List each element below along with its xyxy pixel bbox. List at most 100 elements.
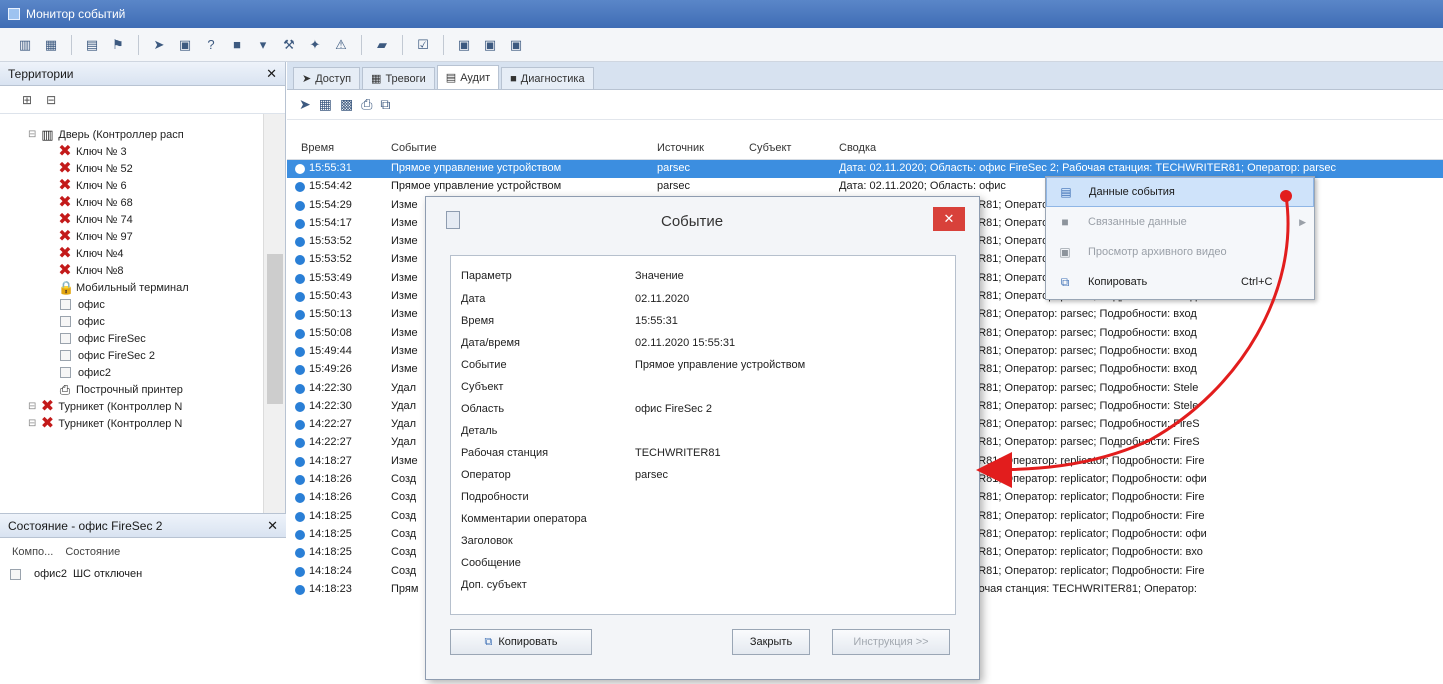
expand-icon[interactable]: ⊟ <box>28 399 36 415</box>
cell-time: 14:18:27 <box>309 454 352 467</box>
property-value: TECHWRITER81 <box>635 447 721 459</box>
tree-item[interactable]: ✖ Ключ № 6 <box>0 177 262 194</box>
context-menu-item[interactable]: ■ Связанные данные ▶ <box>1046 207 1314 237</box>
property-name: Деталь <box>461 425 498 437</box>
app-icon <box>8 8 20 20</box>
context-menu-item[interactable]: ▣ Просмотр архивного видео <box>1046 237 1314 267</box>
tree-item[interactable]: ⊟ ✖ Турникет (Контроллер N <box>0 415 262 432</box>
tool-icon[interactable]: ⚒ <box>278 34 300 56</box>
event-info-icon <box>295 383 305 394</box>
expand-icon[interactable]: ⊟ <box>28 127 36 143</box>
tree-item[interactable]: офис <box>0 313 262 330</box>
param-column-header: Параметр <box>461 270 512 282</box>
tree-item[interactable]: ✖ Ключ № 68 <box>0 194 262 211</box>
col-subject[interactable]: Субъект <box>749 142 791 154</box>
filter-icon[interactable]: ➤ <box>148 34 170 56</box>
expand-all-icon[interactable]: ⊞ <box>22 93 32 107</box>
tab-0[interactable]: ➤ Доступ <box>293 67 361 89</box>
checklist-icon[interactable]: ☑ <box>412 34 434 56</box>
flag-icon[interactable]: ⚑ <box>107 34 129 56</box>
event-info-icon <box>295 273 305 284</box>
tool2-icon[interactable]: ✦ <box>304 34 326 56</box>
tree-item[interactable]: офис <box>0 296 262 313</box>
col-source[interactable]: Источник <box>657 142 704 154</box>
cell-time: 15:53:52 <box>309 253 352 266</box>
expand-icon[interactable]: ⊟ <box>28 416 36 432</box>
event-info-icon <box>295 310 305 321</box>
dropdown-icon[interactable]: ▾ <box>252 34 274 56</box>
state-col-state[interactable]: Состояние <box>65 546 120 568</box>
property-name: Комментарии оператора <box>461 513 587 525</box>
tree-item[interactable]: ⊟ ✖ Турникет (Контроллер N <box>0 398 262 415</box>
tree-item-label: Ключ № 52 <box>76 162 133 175</box>
event-info-icon <box>295 182 305 193</box>
folder-icon[interactable]: ▰ <box>371 34 393 56</box>
tree-item[interactable]: ✖ Ключ №4 <box>0 245 262 262</box>
tree-item[interactable]: 🔒 Мобильный терминал <box>0 279 262 296</box>
collapse-all-icon[interactable]: ⊟ <box>46 93 56 107</box>
stop3-icon[interactable]: ▣ <box>505 34 527 56</box>
tab-bar: ➤ Доступ ▦ Тревоги ▤ Аудит ■ Диагностика <box>287 62 1443 90</box>
alert-icon[interactable]: ⚠ <box>330 34 352 56</box>
export-icon[interactable]: ▩ <box>340 96 353 113</box>
tree-item[interactable]: ✖ Ключ № 97 <box>0 228 262 245</box>
state-col-component[interactable]: Компо... <box>12 546 53 568</box>
event-info-icon <box>295 328 305 339</box>
toolbar-separator <box>138 34 139 55</box>
help-icon[interactable]: ? <box>200 34 222 56</box>
col-time[interactable]: Время <box>301 142 334 154</box>
event-info-icon <box>295 456 305 467</box>
table-icon[interactable]: ▦ <box>319 96 332 113</box>
close-button[interactable]: Закрыть <box>732 629 810 655</box>
zone-icon <box>60 299 71 310</box>
territory-tools: ⊞ ⊟ <box>0 86 285 114</box>
tab-2[interactable]: ▤ Аудит <box>436 65 500 89</box>
state-row[interactable]: офис2 ШС отключен <box>0 568 286 580</box>
cell-time: 15:55:31 <box>309 162 352 174</box>
view-icon[interactable]: ▥ <box>14 34 36 56</box>
disabled-key-icon: ✖ <box>58 159 72 177</box>
close-button-label: Закрыть <box>749 636 793 648</box>
property-value: 02.11.2020 <box>635 293 690 305</box>
tree-item[interactable]: ⊟ ▥ Дверь (Контроллер расп <box>0 126 262 143</box>
tree-vertical-scrollbar[interactable] <box>263 114 285 544</box>
tree-item[interactable]: офис FireSec <box>0 330 262 347</box>
col-summary[interactable]: Сводка <box>839 142 876 154</box>
tab-label: Аудит <box>460 71 491 84</box>
col-event[interactable]: Событие <box>391 142 437 154</box>
context-menu-item[interactable]: ▤ Данные события <box>1046 177 1314 207</box>
stop-icon[interactable]: ▣ <box>453 34 475 56</box>
stop2-icon[interactable]: ▣ <box>479 34 501 56</box>
state-row-name: офис2 <box>34 568 67 580</box>
cell-time: 14:18:26 <box>309 473 352 486</box>
tab-1[interactable]: ▦ Тревоги <box>362 67 435 89</box>
property-name: Область <box>461 403 505 415</box>
cell-event: Прямое управление устройством <box>391 180 562 193</box>
toolbar-separator <box>361 34 362 55</box>
tree-item[interactable]: ✖ Ключ № 3 <box>0 143 262 160</box>
filter-icon[interactable]: ➤ <box>299 96 311 113</box>
instructions-button[interactable]: Инструкция >> <box>832 629 950 655</box>
copy-icon[interactable]: ⧉ <box>380 96 390 113</box>
copy-button[interactable]: ⧉ Копировать <box>450 629 592 655</box>
tree-item[interactable]: ✖ Ключ №8 <box>0 262 262 279</box>
print-icon[interactable]: ⎙ <box>361 96 372 113</box>
tree-item[interactable]: ✖ Ключ № 52 <box>0 160 262 177</box>
layout-icon[interactable]: ▤ <box>81 34 103 56</box>
grid-icon[interactable]: ▦ <box>40 34 62 56</box>
cell-time: 14:22:30 <box>309 399 352 412</box>
cell-time: 15:54:17 <box>309 216 352 229</box>
tree-item-label: Ключ № 97 <box>76 230 133 243</box>
tree-item[interactable]: ✖ Ключ № 74 <box>0 211 262 228</box>
tree-item[interactable]: офис FireSec 2 <box>0 347 262 364</box>
panel-icon[interactable]: ▣ <box>174 34 196 56</box>
context-menu-item[interactable]: ⧉ Копировать Ctrl+C <box>1046 267 1314 297</box>
state-panel: Состояние - офис FireSec 2 ✕ Компо... Со… <box>0 513 286 684</box>
tree-item[interactable]: офис2 <box>0 364 262 381</box>
black-square-icon[interactable]: ■ <box>226 34 248 56</box>
close-icon[interactable]: ✕ <box>933 207 965 231</box>
tab-3[interactable]: ■ Диагностика <box>501 67 594 89</box>
tree-item[interactable]: ⎙ Построчный принтер <box>0 381 262 398</box>
close-icon[interactable]: ✕ <box>267 518 278 534</box>
close-icon[interactable]: ✕ <box>266 66 277 82</box>
